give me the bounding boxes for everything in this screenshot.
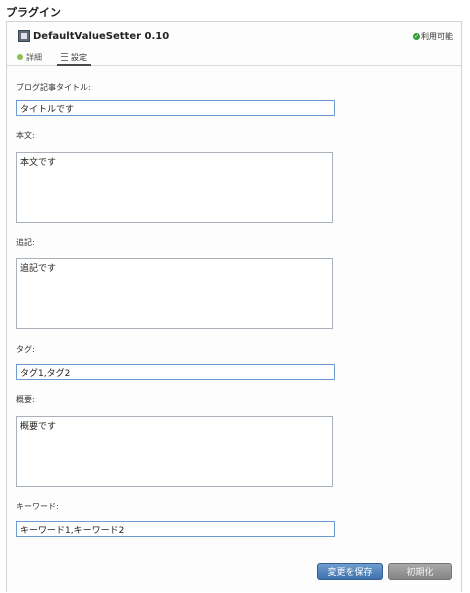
tags-label: タグ:	[16, 345, 35, 354]
tab-details-label: 詳細	[26, 52, 42, 62]
more-label: 追記:	[16, 238, 35, 247]
excerpt-label: 概要:	[16, 395, 35, 404]
tab-settings[interactable]: 設定	[57, 50, 91, 66]
tab-settings-label: 設定	[71, 52, 87, 62]
check-icon: ✓	[413, 33, 420, 40]
plugin-settings-panel: DefaultValueSetter 0.10 ✓ 利用可能 詳細 設定 ブログ記…	[6, 21, 462, 592]
list-icon	[61, 53, 68, 61]
more-textarea[interactable]: 追記です	[16, 258, 333, 329]
status-badge: ✓ 利用可能	[413, 31, 453, 42]
body-label: 本文:	[16, 131, 35, 140]
blog-title-input[interactable]	[16, 100, 335, 116]
save-button[interactable]: 変更を保存	[317, 563, 383, 580]
keywords-input[interactable]	[16, 521, 335, 537]
tab-details[interactable]: 詳細	[17, 50, 42, 64]
body-textarea[interactable]: 本文です	[16, 152, 333, 223]
status-text: 利用可能	[421, 32, 453, 41]
tags-input[interactable]	[16, 364, 335, 380]
page-title: プラグイン	[6, 6, 61, 19]
plugin-name: DefaultValueSetter 0.10	[33, 31, 170, 42]
blog-title-label: ブログ記事タイトル:	[16, 83, 91, 92]
plugin-icon	[18, 30, 30, 42]
reset-button[interactable]: 初期化	[388, 563, 452, 580]
excerpt-textarea[interactable]: 概要です	[16, 416, 333, 487]
keywords-label: キーワード:	[16, 502, 59, 511]
plugin-header: DefaultValueSetter 0.10 ✓ 利用可能 詳細 設定	[7, 22, 461, 66]
dot-icon	[17, 54, 23, 60]
